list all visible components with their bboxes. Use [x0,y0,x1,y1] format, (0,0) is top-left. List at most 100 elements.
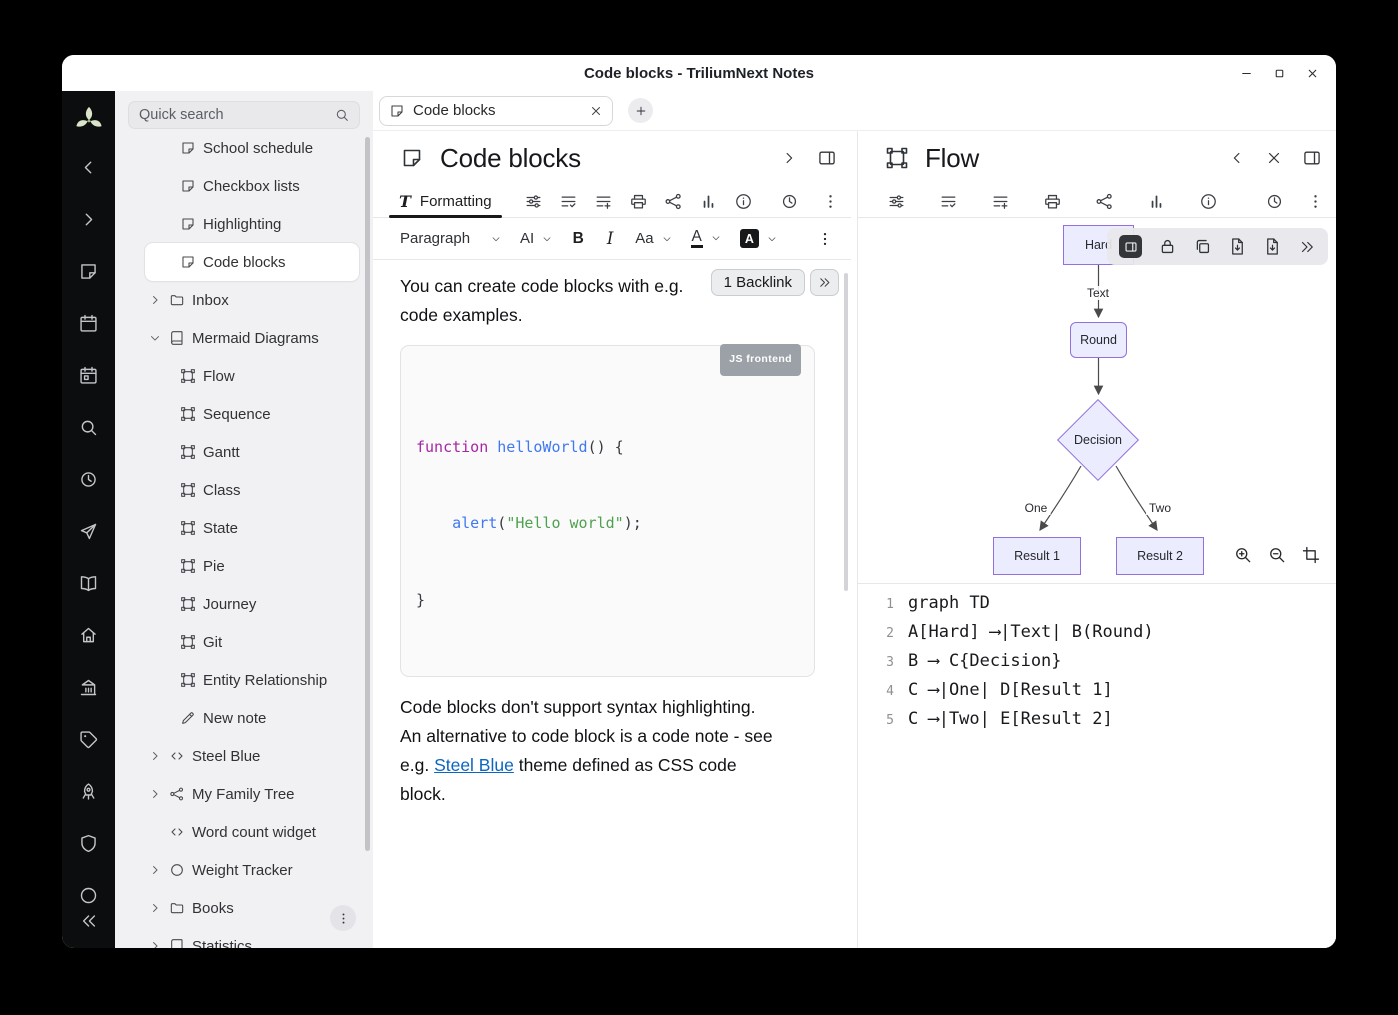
chevron-right-icon[interactable] [148,293,162,307]
rocket-launcher[interactable] [62,765,115,817]
tree-item-inbox[interactable]: Inbox [129,281,359,319]
recent-changes-launcher[interactable] [62,453,115,505]
italic-button[interactable]: I [595,224,625,254]
tree-item-weight-tracker[interactable]: Weight Tracker [129,851,359,889]
zoom-in-button[interactable] [1233,545,1253,565]
tree-item-word-count-widget[interactable]: Word count widget [129,813,359,851]
tree-item-statistics[interactable]: Statistics [129,927,359,948]
toggle-panel-button[interactable] [817,148,837,168]
bold-button[interactable]: B [563,224,593,254]
inherited-attributes-button[interactable] [594,191,614,211]
backlink-button[interactable]: 1 Backlink [711,269,805,296]
tree-item-gantt[interactable]: Gantt [129,433,359,471]
note-info-button[interactable] [1146,191,1166,211]
close-pane-button[interactable] [1265,149,1283,167]
info-button[interactable] [734,191,754,211]
chevron-right-icon[interactable] [148,863,162,877]
note-title[interactable]: Flow [925,143,979,174]
tree-item-my-family-tree[interactable]: My Family Tree [129,775,359,813]
text-size-dropdown[interactable]: Aa [627,226,680,251]
home-launcher[interactable] [62,609,115,661]
quick-search-input[interactable] [139,107,326,123]
collapse-launcher-button[interactable] [62,906,115,936]
export-png-button[interactable] [1228,237,1247,256]
background-color-dropdown[interactable]: A [732,225,786,252]
new-note-launcher[interactable] [62,245,115,297]
paragraph-style-dropdown[interactable]: Paragraph [392,226,510,251]
tree-item-entity-relationship[interactable]: Entity Relationship [129,661,359,699]
owned-attributes-button[interactable] [559,191,579,211]
basic-properties-button[interactable] [886,191,906,211]
search-launcher[interactable] [62,401,115,453]
tree-item-flow[interactable]: Flow [129,357,359,395]
note-title[interactable]: Code blocks [440,143,581,174]
expand-note-button[interactable] [780,149,798,167]
tree-item-sequence[interactable]: Sequence [129,395,359,433]
tree-item-highlighting[interactable]: Highlighting [129,205,359,243]
tab-close-button[interactable] [589,104,603,118]
print-button[interactable] [1042,191,1062,211]
archive-launcher[interactable] [62,661,115,713]
inherited-attributes-button[interactable] [990,191,1010,211]
maximize-button[interactable] [1271,65,1287,81]
basic-properties-button[interactable] [524,191,544,211]
collapse-pane-button[interactable] [1228,149,1246,167]
chevron-right-icon[interactable] [148,939,162,948]
pane-divider[interactable] [851,131,858,948]
print-button[interactable] [629,191,649,211]
toggle-editor-panel-button[interactable] [1119,235,1142,258]
tree-item-journey[interactable]: Journey [129,585,359,623]
chevron-right-icon[interactable] [148,901,162,915]
copy-image-button[interactable] [1193,237,1212,256]
chevron-right-icon[interactable] [148,749,162,763]
ribbon-tab-formatting[interactable]: T Formatting [389,185,502,217]
code-block[interactable]: JS frontend function helloWorld() { aler… [400,345,815,677]
tree-item-git[interactable]: Git [129,623,359,661]
minimize-button[interactable] [1238,65,1254,81]
note-editor[interactable]: 1 Backlink You can create code blocks wi… [373,260,851,948]
titlebar[interactable]: Code blocks - TriliumNext Notes [62,55,1336,91]
export-svg-button[interactable] [1263,237,1282,256]
note-map-button[interactable] [664,191,684,211]
revisions-button[interactable] [1264,191,1284,211]
tree-more-button[interactable] [330,905,356,931]
close-button[interactable] [1304,65,1320,81]
expand-tree-button[interactable] [62,193,115,245]
today-launcher[interactable] [62,349,115,401]
reset-zoom-button[interactable] [1301,545,1321,565]
open-notes-launcher[interactable] [62,557,115,609]
mermaid-source-editor[interactable]: 1graph TD 2A[Hard] ⟶|Text| B(Round) 3B ⟶… [858,584,1336,948]
jump-to-note-launcher[interactable] [62,505,115,557]
tree-item-class[interactable]: Class [129,471,359,509]
collapse-tree-button[interactable] [62,141,115,193]
tree-item-steel-blue[interactable]: Steel Blue [129,737,359,775]
info-button[interactable] [1198,191,1218,211]
tree-item-new-note[interactable]: New note [129,699,359,737]
note-map-button[interactable] [1094,191,1114,211]
tags-launcher[interactable] [62,713,115,765]
new-tab-button[interactable] [628,98,653,123]
toggle-panel-button[interactable] [1302,148,1322,168]
ribbon-more-button[interactable] [1305,191,1325,211]
note-info-button[interactable] [699,191,719,211]
tree-item-state[interactable]: State [129,509,359,547]
tree-item-pie[interactable]: Pie [129,547,359,585]
shield-launcher[interactable] [62,817,115,869]
quick-search[interactable] [128,101,360,129]
steel-blue-link[interactable]: Steel Blue [434,755,514,775]
tree-item-mermaid-diagrams[interactable]: Mermaid Diagrams [129,319,359,357]
tree-scrollbar[interactable] [365,137,370,851]
ai-dropdown[interactable]: AI [512,226,561,251]
tree-item-books[interactable]: Books [129,889,359,927]
revisions-button[interactable] [779,191,799,211]
backlink-expand-button[interactable] [810,269,839,296]
toolbar-overflow-button[interactable] [1298,238,1316,256]
zoom-out-button[interactable] [1267,545,1287,565]
toolbar-more-button[interactable] [810,224,840,254]
lock-button[interactable] [1158,237,1177,256]
chevron-down-icon[interactable] [148,331,162,345]
tab-code-blocks[interactable]: Code blocks [379,96,613,126]
tree-item-checkbox-lists[interactable]: Checkbox lists [129,167,359,205]
calendar-launcher[interactable] [62,297,115,349]
tree-item-school-schedule[interactable]: School schedule [129,129,359,167]
